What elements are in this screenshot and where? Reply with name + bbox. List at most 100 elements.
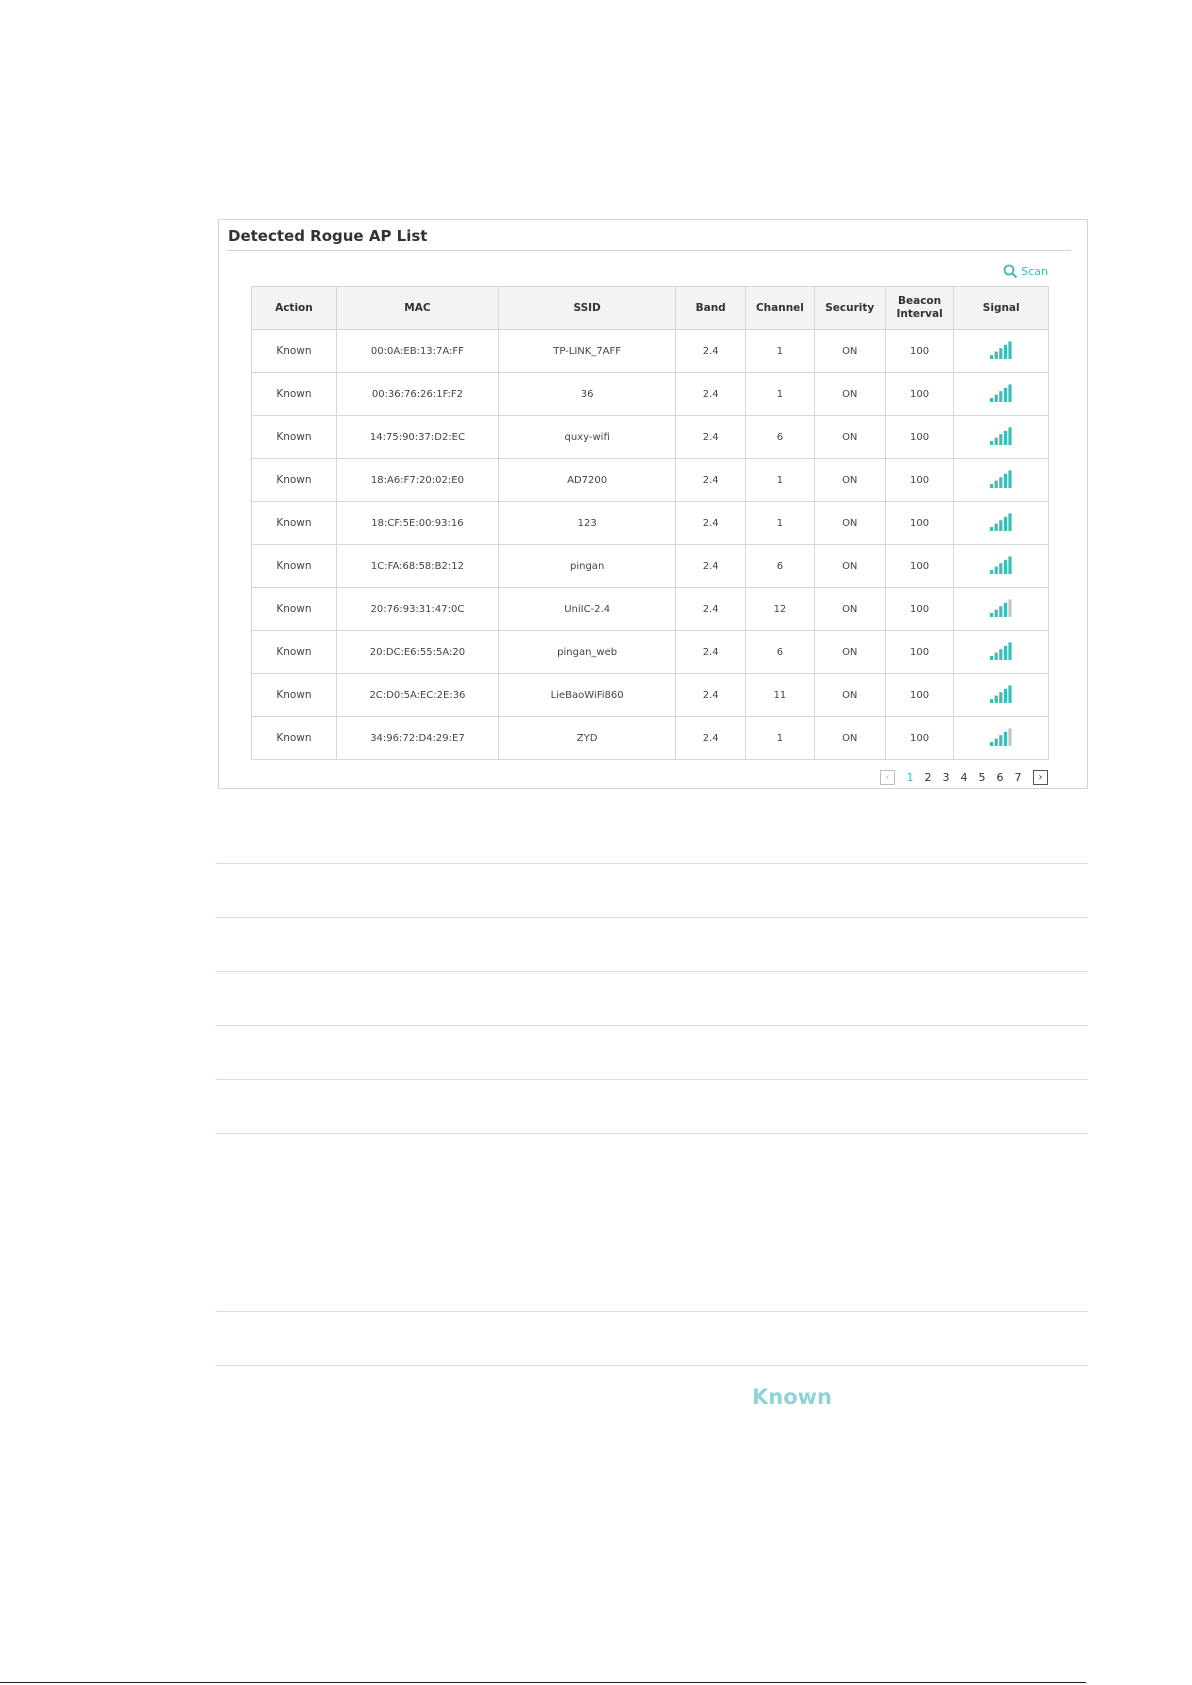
cell-ssid: pingan	[498, 544, 677, 588]
table-row: Known 1C:FA:68:58:B2:12 pingan 2.4 6 ON 100	[251, 544, 1049, 588]
cell-channel: 6	[745, 415, 815, 459]
page-number[interactable]: 4	[955, 771, 973, 784]
signal-bar	[994, 566, 999, 574]
cell-mac: 34:96:72:D4:29:E7	[335, 716, 500, 760]
page-number[interactable]: 6	[991, 771, 1009, 784]
cell-band: 2.4	[675, 372, 747, 416]
cell-mac: 2C:D0:5A:EC:2E:36	[335, 673, 500, 717]
cell-security: ON	[813, 501, 886, 545]
divider	[216, 1133, 1088, 1134]
signal-bar	[994, 437, 999, 445]
divider	[216, 917, 1088, 918]
signal-bar	[1004, 344, 1008, 359]
signal-strength-icon	[990, 727, 1012, 746]
known-action-link[interactable]: Known	[251, 716, 337, 760]
cell-band: 2.4	[675, 630, 747, 674]
pagination: ‹ 1234567 ›	[880, 770, 1048, 785]
divider	[216, 1079, 1088, 1080]
known-action-link[interactable]: Known	[251, 458, 337, 502]
chevron-right-icon: ›	[1038, 772, 1043, 783]
signal-bar	[990, 483, 994, 488]
cell-beacon: 100	[884, 458, 955, 502]
signal-bar	[999, 605, 1003, 617]
signal-bar	[999, 648, 1003, 660]
cell-band: 2.4	[675, 673, 747, 717]
cell-beacon: 100	[884, 587, 955, 631]
col-header-security: Security	[813, 286, 886, 330]
cell-ssid: pingan_web	[498, 630, 677, 674]
page-number[interactable]: 5	[973, 771, 991, 784]
table-row: Known 00:0A:EB:13:7A:FF TP-LINK_7AFF 2.4 1 ON…	[251, 329, 1049, 373]
known-action-link[interactable]: Known	[251, 415, 337, 459]
cell-ssid: 36	[498, 372, 677, 416]
signal-bar	[1008, 469, 1012, 488]
signal-bar	[999, 562, 1003, 574]
cell-ssid: 123	[498, 501, 677, 545]
col-header-signal: Signal	[953, 286, 1049, 330]
signal-bar	[994, 351, 999, 359]
divider	[216, 971, 1088, 972]
cell-signal	[953, 716, 1049, 760]
cell-band: 2.4	[675, 329, 747, 373]
col-header-mac: MAC	[335, 286, 500, 330]
cell-ssid: AD7200	[498, 458, 677, 502]
cell-beacon: 100	[884, 329, 955, 373]
signal-bar	[999, 476, 1003, 488]
signal-bar	[1004, 602, 1008, 617]
cell-signal	[953, 329, 1049, 373]
signal-bar	[1008, 426, 1012, 445]
scan-button[interactable]: Scan	[1003, 262, 1048, 280]
signal-bar	[990, 354, 994, 359]
panel-title: Detected Rogue AP List	[228, 227, 428, 245]
signal-bar	[994, 652, 999, 660]
known-action-link[interactable]: Known	[251, 501, 337, 545]
signal-strength-icon	[990, 512, 1012, 531]
signal-strength-icon	[990, 383, 1012, 402]
cell-beacon: 100	[884, 501, 955, 545]
col-header-beacon-interval: Beacon Interval	[884, 286, 955, 330]
cell-beacon: 100	[884, 716, 955, 760]
prev-page-button[interactable]: ‹	[880, 770, 895, 785]
table-row: Known 18:A6:F7:20:02:E0 AD7200 2.4 1 ON 100	[251, 458, 1049, 502]
signal-bar	[990, 440, 994, 445]
signal-bar	[999, 390, 1003, 402]
signal-bar	[999, 433, 1003, 445]
rogue-ap-table: Action MAC SSID Band Channel Security Be…	[251, 286, 1049, 760]
next-page-button[interactable]: ›	[1033, 770, 1048, 785]
page-number[interactable]: 3	[937, 771, 955, 784]
cell-channel: 11	[745, 673, 815, 717]
divider	[216, 1311, 1088, 1312]
page-number[interactable]: 2	[919, 771, 937, 784]
cell-band: 2.4	[675, 415, 747, 459]
known-action-link[interactable]: Known	[251, 372, 337, 416]
signal-bar	[990, 569, 994, 574]
known-action-link[interactable]: Known	[251, 587, 337, 631]
cell-signal	[953, 415, 1049, 459]
cell-signal	[953, 372, 1049, 416]
signal-bar	[1008, 598, 1012, 617]
cell-ssid: ZYD	[498, 716, 677, 760]
cell-beacon: 100	[884, 630, 955, 674]
chevron-left-icon: ‹	[885, 772, 890, 783]
cell-band: 2.4	[675, 587, 747, 631]
signal-bar	[999, 691, 1003, 703]
signal-bar	[1008, 383, 1012, 402]
known-action-link[interactable]: Known	[251, 329, 337, 373]
cell-signal	[953, 587, 1049, 631]
signal-bar	[999, 519, 1003, 531]
signal-bar	[999, 734, 1003, 746]
cell-signal	[953, 673, 1049, 717]
page-number[interactable]: 1	[901, 771, 919, 784]
page-number[interactable]: 7	[1009, 771, 1027, 784]
known-action-link[interactable]: Known	[251, 673, 337, 717]
signal-bar	[1008, 727, 1012, 746]
cell-channel: 6	[745, 544, 815, 588]
cell-channel: 1	[745, 372, 815, 416]
known-action-link[interactable]: Known	[251, 630, 337, 674]
table-row: Known 20:DC:E6:55:5A:20 pingan_web 2.4 6 ON 10…	[251, 630, 1049, 674]
known-action-link[interactable]: Known	[251, 544, 337, 588]
cell-mac: 1C:FA:68:58:B2:12	[335, 544, 500, 588]
col-header-channel: Channel	[745, 286, 815, 330]
signal-bar	[994, 394, 999, 402]
signal-bar	[1004, 731, 1008, 746]
